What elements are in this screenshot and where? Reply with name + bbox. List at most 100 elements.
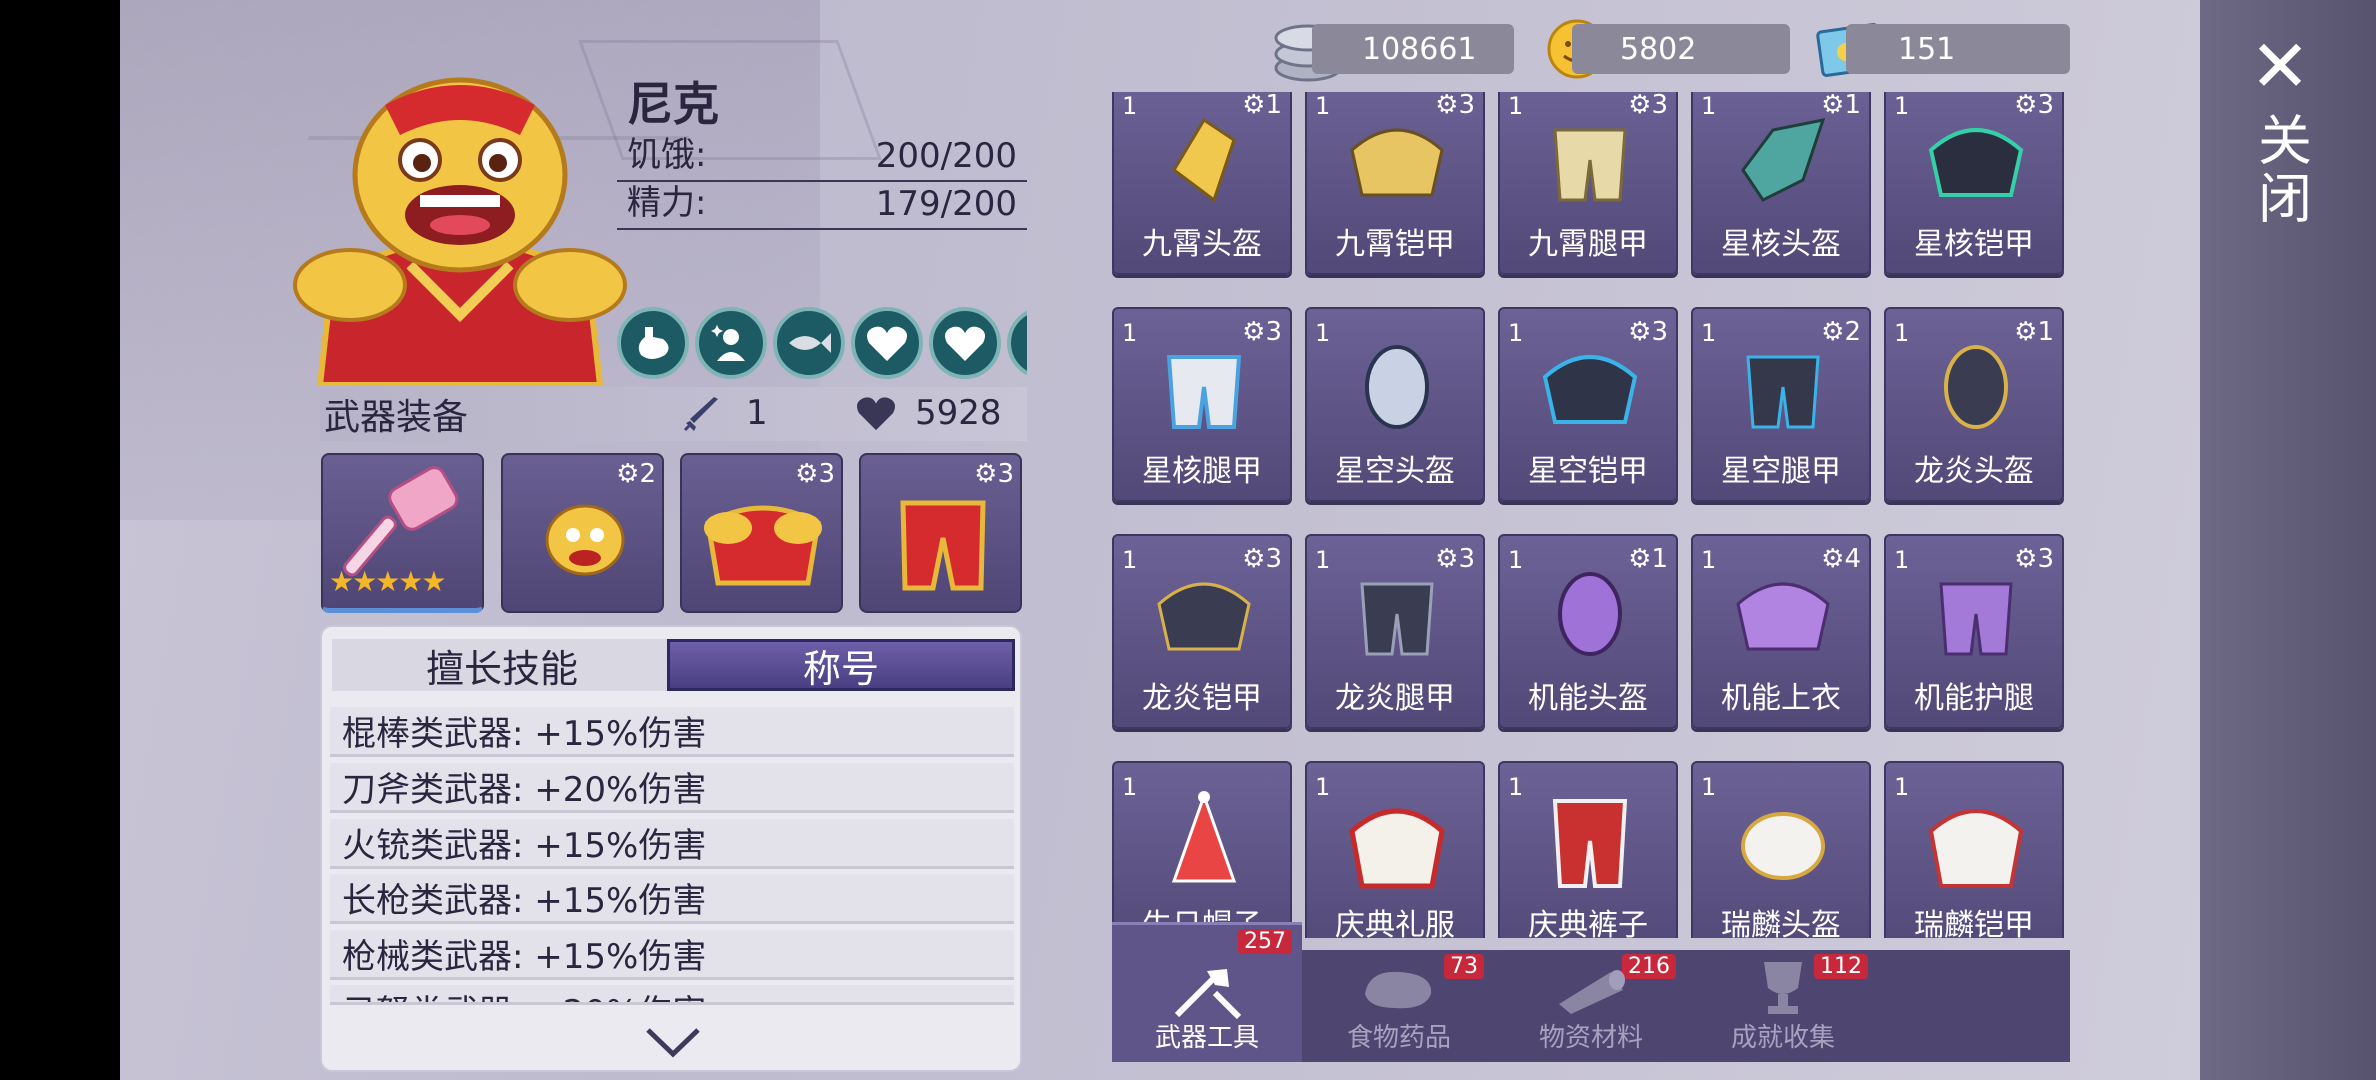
inventory-item[interactable]: 1 ⚙3 九霄腿甲 (1498, 92, 1678, 275)
white-leg-armor-icon (1166, 355, 1242, 429)
tab-food-medicine[interactable]: 73 食物药品 (1304, 950, 1494, 1062)
item-name: 庆典礼服 (1335, 908, 1455, 938)
tab-label: 食物药品 (1346, 1023, 1451, 1053)
inventory-item[interactable]: 1 庆典礼服 (1305, 761, 1485, 938)
item-count: 1 (1508, 92, 1524, 120)
inventory-item[interactable]: 1 ⚙4 机能上衣 (1691, 534, 1871, 729)
person-sparkle-icon[interactable] (695, 307, 767, 379)
tab-achievements[interactable]: 112 成就收集 (1688, 950, 1878, 1062)
dragon-armor-icon (1157, 582, 1251, 651)
meat-icon (1365, 971, 1432, 1009)
teal-helmet-icon (1741, 118, 1826, 202)
inventory-item[interactable]: 1 ⚙1 机能头盔 (1498, 534, 1678, 729)
item-count: 1 (1894, 773, 1910, 801)
item-level-value: 2 (1844, 317, 1861, 347)
item-name: 龙炎腿甲 (1335, 681, 1455, 716)
chevron-down-icon[interactable] (642, 1022, 704, 1062)
item-name: 九霄腿甲 (1528, 227, 1648, 262)
purple-helmet-icon (1558, 572, 1622, 656)
skills-panel: 擅长技能 称号 棍棒类武器: +15%伤害 刀斧类武器: +20%伤害 火铳类武… (320, 625, 1022, 1072)
item-name: 九霄铠甲 (1335, 227, 1455, 262)
inventory-item[interactable]: 1 ⚙3 星核铠甲 (1884, 92, 2064, 275)
item-level-value: 3 (1265, 317, 1282, 347)
ticket-amount: 151 (1898, 31, 1956, 67)
item-level-value: 3 (1651, 92, 1668, 120)
energy-value: 179/200 (875, 184, 1017, 224)
inventory-item[interactable]: 1生日帽子 (1112, 761, 1292, 938)
attack-value: 1 (746, 393, 768, 433)
item-level-value: 4 (1844, 544, 1861, 574)
inventory-item[interactable]: 1 瑞麟头盔 (1691, 761, 1871, 938)
item-name: 星核头盔 (1721, 227, 1841, 262)
item-name: 机能头盔 (1528, 681, 1648, 716)
item-name: 机能护腿 (1914, 681, 2034, 716)
inventory-item[interactable]: 1 瑞麟铠甲 (1884, 761, 2064, 938)
buff-row (617, 300, 1027, 386)
count-badge: 112 (1814, 954, 1868, 979)
item-count: 1 (1894, 92, 1910, 120)
skill-row: 棍棒类武器: +15%伤害 (330, 707, 1014, 757)
item-name: 瑞麟铠甲 (1914, 908, 2034, 938)
item-name: 机能上衣 (1721, 681, 1841, 716)
inventory-item[interactable]: 1 ⚙3 星核腿甲 (1112, 307, 1292, 502)
inventory-item[interactable]: 1 ⚙1 星核头盔 (1691, 92, 1871, 275)
item-count: 1 (1315, 773, 1331, 801)
heart-icon (857, 397, 895, 431)
inventory-item[interactable]: 1 庆典裤子 (1498, 761, 1678, 938)
dragon-helmet-icon (1944, 345, 2008, 429)
fish-icon[interactable] (773, 307, 845, 379)
tab-weapons-tools[interactable]: 257 武器工具 (1112, 922, 1302, 1062)
item-name: 龙炎铠甲 (1142, 681, 1262, 716)
inventory-item[interactable]: 1 ⚙3 星空铠甲 (1498, 307, 1678, 502)
equip-slot-armor[interactable]: ⚙3 (680, 453, 843, 613)
skill-row: 枪械类武器: +15%伤害 (330, 930, 1014, 980)
lion-pants-icon (900, 500, 986, 591)
level-badge: ⚙3 (974, 459, 1014, 489)
heart-icon[interactable] (929, 307, 1001, 379)
inventory-item[interactable]: 1 ⚙3 机能护腿 (1884, 534, 2064, 729)
inventory-item[interactable]: 1 ⚙3 九霄铠甲 (1305, 92, 1485, 275)
axe-hammer-icon (1174, 969, 1242, 1020)
inventory-item[interactable]: 1 星空头盔 (1305, 307, 1485, 502)
inventory-item[interactable]: 1 ⚙2 星空腿甲 (1691, 307, 1871, 502)
heart-icon[interactable] (851, 307, 923, 379)
item-count: 1 (1701, 546, 1717, 574)
inventory-item[interactable]: 1 ⚙3 龙炎腿甲 (1305, 534, 1485, 729)
trophy-icon (1764, 962, 1802, 1014)
sword-icon (684, 397, 718, 431)
log-icon (1559, 970, 1625, 1014)
stomach-icon[interactable] (617, 307, 689, 379)
item-level-value: 3 (2037, 92, 2054, 120)
equip-slot-weapon[interactable]: ★★★★★ (321, 453, 484, 613)
silver-currency: 108661 (1312, 24, 1514, 74)
hp-value: 5928 (915, 393, 1002, 433)
item-count: 1 (1122, 319, 1138, 347)
equipment-title: 武器装备 (324, 397, 469, 438)
tab-materials[interactable]: 216 物资材料 (1496, 950, 1686, 1062)
tab-title[interactable]: 称号 (667, 639, 1015, 691)
item-name: 九霄头盔 (1142, 227, 1262, 262)
close-button[interactable]: ✕ 关闭 (2240, 30, 2320, 230)
equipment-header: 武器装备 1 5928 (320, 387, 1027, 441)
tab-skills[interactable]: 擅长技能 (332, 639, 672, 691)
equip-slot-pants[interactable]: ⚙3 (859, 453, 1022, 613)
inventory-item[interactable]: 1 ⚙3 龙炎铠甲 (1112, 534, 1292, 729)
item-name: 星核腿甲 (1142, 454, 1262, 489)
red-pants-icon (1552, 799, 1628, 888)
character-name: 尼克 (627, 77, 719, 131)
item-count: 1 (1701, 319, 1717, 347)
level-badge: ⚙3 (795, 459, 835, 489)
inventory-item[interactable]: 1 ⚙1 九霄头盔 (1112, 92, 1292, 275)
item-name: 星核铠甲 (1914, 227, 2034, 262)
skill-row: 火铳类武器: +15%伤害 (330, 819, 1014, 869)
equip-slot-helmet[interactable]: ⚙2 (501, 453, 664, 613)
item-count: 1 (1315, 319, 1331, 347)
blue-leg-armor-icon (1746, 355, 1820, 429)
buff-slot[interactable] (1007, 307, 1027, 379)
party-hat-icon (1171, 791, 1237, 883)
item-count: 1 (1508, 773, 1524, 801)
fur-helmet-icon (1741, 812, 1825, 880)
inventory-item[interactable]: 1 ⚙1 龙炎头盔 (1884, 307, 2064, 502)
gold-leg-armor-icon (1553, 128, 1627, 202)
item-count: 1 (1508, 546, 1524, 574)
